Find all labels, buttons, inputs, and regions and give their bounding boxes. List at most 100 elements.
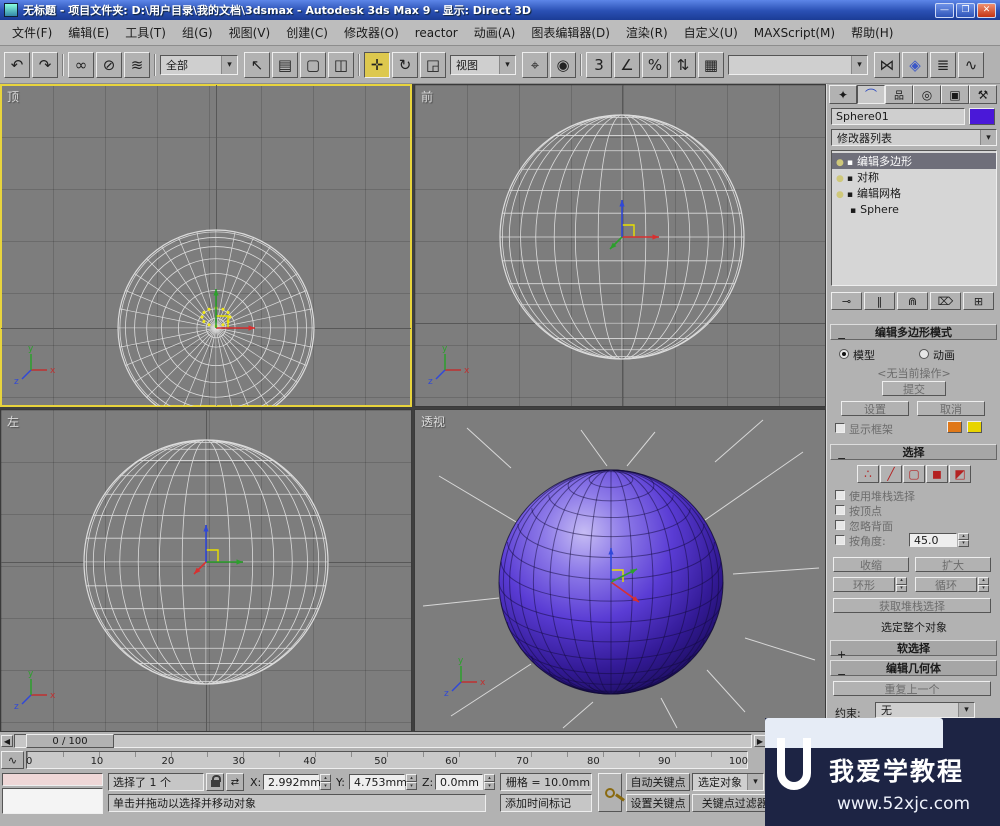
cage-selected-color-swatch[interactable] [967, 421, 982, 433]
show-cage-checkbox[interactable] [835, 423, 845, 433]
select-and-rotate-button[interactable]: ↻ [392, 52, 418, 78]
loop-button[interactable]: 循环 [915, 577, 977, 592]
tab-utilities[interactable]: ⚒ [969, 85, 997, 104]
menu-animation[interactable]: 动画(A) [466, 21, 524, 44]
select-and-manipulate-button[interactable]: ◉ [550, 52, 576, 78]
radio-animate[interactable] [919, 349, 929, 359]
absolute-offset-toggle[interactable]: ⇄ [226, 773, 244, 791]
configure-modifier-sets-button[interactable]: ⊞ [963, 292, 994, 310]
menu-file[interactable]: 文件(F) [4, 21, 60, 44]
show-end-result-button[interactable]: ‖ [864, 292, 895, 310]
select-by-name-button[interactable]: ▤ [272, 52, 298, 78]
tab-motion[interactable]: ◎ [913, 85, 941, 104]
sub-object-element-button[interactable]: ◩ [949, 465, 971, 483]
constraints-combo[interactable]: 无 [875, 702, 975, 718]
cage-color-swatch[interactable] [947, 421, 962, 433]
cancel-button[interactable]: 取消 [917, 401, 985, 416]
undo-button[interactable]: ↶ [4, 52, 30, 78]
sub-object-polygon-button[interactable]: ◼ [926, 465, 948, 483]
viewport-left[interactable]: xyz 左 [0, 409, 412, 732]
selection-filter-combo[interactable]: 全部 [160, 55, 238, 75]
set-keys-button[interactable] [598, 773, 622, 812]
mirror-button[interactable]: ⋈ [874, 52, 900, 78]
visibility-bulb-icon[interactable] [836, 155, 847, 168]
tab-display[interactable]: ▣ [941, 85, 969, 104]
visibility-bulb-icon[interactable] [836, 187, 847, 200]
by-vertex-checkbox[interactable] [835, 505, 845, 515]
ring-spinner[interactable] [896, 577, 907, 592]
y-coordinate-field[interactable]: 4.753mm [349, 774, 405, 790]
tab-create[interactable]: ✦ [829, 85, 857, 104]
menu-reactor[interactable]: reactor [407, 23, 466, 43]
time-slider-handle[interactable]: 0 / 100 [26, 734, 114, 748]
viewport-perspective[interactable]: xyz 透视 [414, 409, 826, 732]
viewport-label-left[interactable]: 左 [7, 413, 19, 430]
object-name-field[interactable]: Sphere01 [831, 108, 965, 125]
bind-to-space-warp-button[interactable]: ≋ [124, 52, 150, 78]
get-stack-selection-button[interactable]: 获取堆栈选择 [833, 598, 991, 613]
close-button[interactable]: ✕ [977, 3, 996, 18]
object-color-swatch[interactable] [969, 108, 995, 125]
select-object-button[interactable]: ↖ [244, 52, 270, 78]
rollout-edit-geometry[interactable]: 编辑几何体 [830, 660, 997, 676]
tab-modify[interactable]: ⌒ [857, 85, 885, 104]
ring-button[interactable]: 环形 [833, 577, 895, 592]
radio-model[interactable] [839, 349, 849, 359]
align-button[interactable]: ◈ [902, 52, 928, 78]
modifier-list-combo[interactable]: 修改器列表 [831, 129, 997, 146]
stack-item-edit-mesh[interactable]: 编辑网格 [832, 185, 996, 201]
stack-item-symmetry[interactable]: 对称 [832, 169, 996, 185]
select-and-move-button[interactable]: ✛ [364, 52, 390, 78]
z-coordinate-field[interactable]: 0.0mm [435, 774, 483, 790]
menu-rendering[interactable]: 渲染(R) [618, 21, 676, 44]
viewport-label-top[interactable]: 顶 [7, 88, 19, 105]
spinner-snap-button[interactable]: ⇅ [670, 52, 696, 78]
angle-snap-button[interactable]: ∠ [614, 52, 640, 78]
x-spinner[interactable] [320, 774, 331, 790]
stack-item-sphere[interactable]: Sphere [832, 201, 996, 217]
edit-named-sets-button[interactable]: ▦ [698, 52, 724, 78]
menu-customize[interactable]: 自定义(U) [676, 21, 746, 44]
redo-button[interactable]: ↷ [32, 52, 58, 78]
snaps-toggle-button[interactable]: 3 [586, 52, 612, 78]
by-angle-field[interactable]: 45.0 [909, 533, 957, 547]
tab-hierarchy[interactable]: 品 [885, 85, 913, 104]
percent-snap-button[interactable]: % [642, 52, 668, 78]
rollout-soft-selection[interactable]: 软选择 [830, 640, 997, 656]
ignore-backfacing-checkbox[interactable] [835, 520, 845, 530]
add-time-tag-field[interactable]: 添加时间标记 [500, 794, 592, 812]
set-key-button[interactable]: 设置关键点 [626, 794, 690, 812]
loop-spinner[interactable] [978, 577, 989, 592]
auto-key-button[interactable]: 自动关键点 [626, 773, 690, 791]
maximize-button[interactable]: ❐ [956, 3, 975, 18]
x-coordinate-field[interactable]: 2.992mm [263, 774, 319, 790]
menu-group[interactable]: 组(G) [174, 21, 221, 44]
grow-button[interactable]: 扩大 [915, 557, 991, 572]
curve-editor-button[interactable]: ∿ [958, 52, 984, 78]
select-and-scale-button[interactable]: ◲ [420, 52, 446, 78]
rollout-selection[interactable]: 选择 [830, 444, 997, 460]
menu-create[interactable]: 创建(C) [278, 21, 336, 44]
reference-coordsys-combo[interactable]: 视图 [450, 55, 516, 75]
macro-recorder-field[interactable] [2, 773, 103, 786]
minimize-button[interactable]: — [935, 3, 954, 18]
stack-item-edit-poly[interactable]: 编辑多边形 [832, 153, 996, 169]
use-pivot-center-button[interactable]: ⌖ [522, 52, 548, 78]
viewport-top[interactable]: xyz 顶 [0, 84, 412, 407]
make-unique-button[interactable]: ⋒ [897, 292, 928, 310]
mini-listener-field[interactable] [2, 788, 103, 814]
timeline-prev-button[interactable]: ◀ [1, 735, 13, 747]
viewport-label-front[interactable]: 前 [421, 88, 433, 105]
select-and-link-button[interactable]: ∞ [68, 52, 94, 78]
menu-help[interactable]: 帮助(H) [843, 21, 901, 44]
sub-object-edge-button[interactable]: ╱ [880, 465, 902, 483]
menu-maxscript[interactable]: MAXScript(M) [746, 23, 843, 43]
shrink-button[interactable]: 收缩 [833, 557, 909, 572]
by-angle-checkbox[interactable] [835, 535, 845, 545]
selected-filter-combo[interactable]: 选定对象 [692, 773, 764, 791]
z-spinner[interactable] [484, 774, 495, 790]
menu-modifiers[interactable]: 修改器(O) [336, 21, 407, 44]
sub-object-border-button[interactable]: ▢ [903, 465, 925, 483]
named-selection-combo[interactable] [728, 55, 868, 75]
selection-region-button[interactable]: ▢ [300, 52, 326, 78]
